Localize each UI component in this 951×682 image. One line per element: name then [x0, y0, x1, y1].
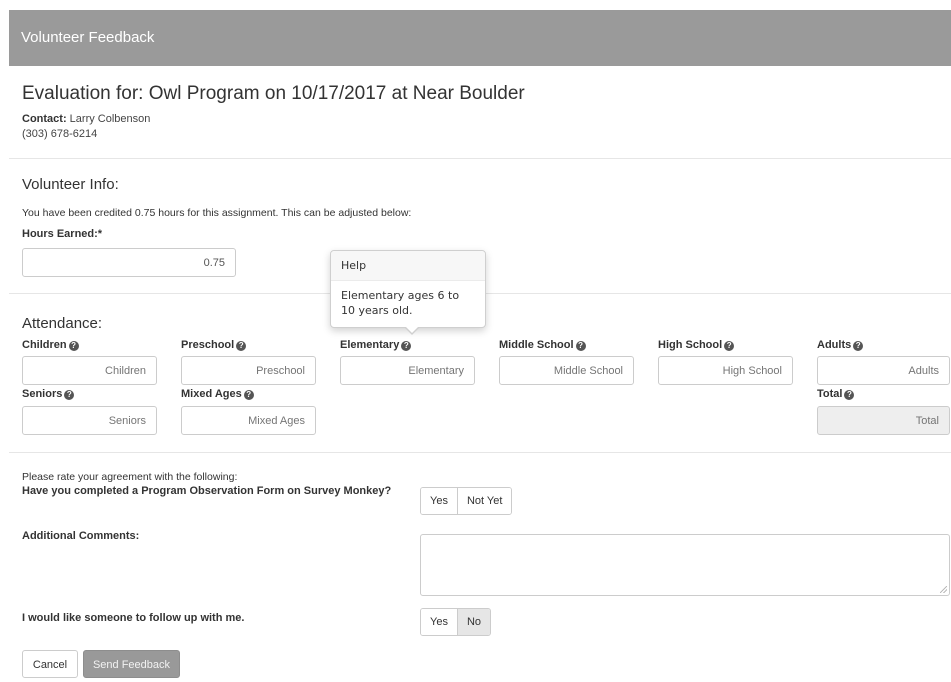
divider [9, 452, 951, 453]
contact-phone: (303) 678-6214 [22, 128, 98, 140]
observation-not-yet-button[interactable]: Not Yet [457, 488, 512, 514]
send-feedback-button[interactable]: Send Feedback [83, 650, 180, 678]
resize-grip-icon[interactable] [940, 586, 947, 593]
question-circle-icon[interactable]: ? [575, 341, 586, 351]
mixed-ages-label: Mixed Ages? [181, 388, 254, 400]
volunteer-info-heading: Volunteer Info: [22, 176, 119, 193]
adults-label: Adults? [817, 339, 864, 351]
divider [9, 158, 951, 159]
followup-no-button[interactable]: No [457, 609, 491, 635]
observation-question: Have you completed a Program Observation… [22, 485, 392, 497]
preschool-label: Preschool? [181, 339, 247, 351]
question-circle-icon[interactable]: ? [844, 390, 855, 400]
middle-school-label: Middle School? [499, 339, 586, 351]
total-label: Total? [817, 388, 855, 400]
high-school-label: High School? [658, 339, 735, 351]
question-circle-icon[interactable]: ? [243, 390, 254, 400]
question-circle-icon[interactable]: ? [236, 341, 247, 351]
question-circle-icon[interactable]: ? [401, 341, 412, 351]
additional-comments-label: Additional Comments: [22, 530, 140, 542]
followup-toggle: Yes No [420, 608, 492, 636]
attendance-heading: Attendance: [22, 315, 103, 332]
seniors-label: Seniors? [22, 388, 75, 400]
contact-label: Contact: [22, 113, 67, 125]
high-school-input[interactable] [658, 356, 793, 385]
credit-note: You have been credited 0.75 hours for th… [22, 207, 412, 219]
additional-comments-textarea[interactable] [420, 534, 950, 596]
observation-yes-button[interactable]: Yes [421, 488, 458, 514]
panel-title: Volunteer Feedback [21, 29, 155, 46]
question-circle-icon[interactable]: ? [853, 341, 864, 351]
hours-earned-label: Hours Earned:* [22, 228, 103, 240]
elementary-input[interactable] [340, 356, 475, 385]
hours-earned-input[interactable] [22, 248, 236, 277]
question-circle-icon[interactable]: ? [68, 341, 79, 351]
popover-arrow-inner [405, 326, 419, 333]
total-input [817, 406, 950, 435]
elementary-label: Elementary? [340, 339, 412, 351]
preschool-input[interactable] [181, 356, 316, 385]
panel-header: Volunteer Feedback [9, 10, 951, 66]
question-circle-icon[interactable]: ? [64, 390, 75, 400]
followup-yes-button[interactable]: Yes [421, 609, 458, 635]
contact-name: Larry Colbenson [69, 113, 151, 125]
question-circle-icon[interactable]: ? [724, 341, 735, 351]
ratings-intro: Please rate your agreement with the foll… [22, 471, 238, 483]
seniors-input[interactable] [22, 406, 157, 435]
observation-toggle: Yes Not Yet [420, 487, 513, 515]
mixed-ages-input[interactable] [181, 406, 316, 435]
followup-label: I would like someone to follow up with m… [22, 612, 245, 624]
cancel-button[interactable]: Cancel [22, 650, 78, 678]
popover-body: Elementary ages 6 to 10 years old. [341, 289, 460, 317]
contact-line: Contact: Larry Colbenson [22, 113, 150, 125]
popover-title: Help [331, 251, 485, 281]
adults-input[interactable] [817, 356, 950, 385]
children-input[interactable] [22, 356, 157, 385]
children-label: Children? [22, 339, 79, 351]
help-popover: Help Elementary ages 6 to 10 years old. [330, 250, 486, 328]
middle-school-input[interactable] [499, 356, 634, 385]
evaluation-title: Evaluation for: Owl Program on 10/17/201… [22, 83, 525, 104]
